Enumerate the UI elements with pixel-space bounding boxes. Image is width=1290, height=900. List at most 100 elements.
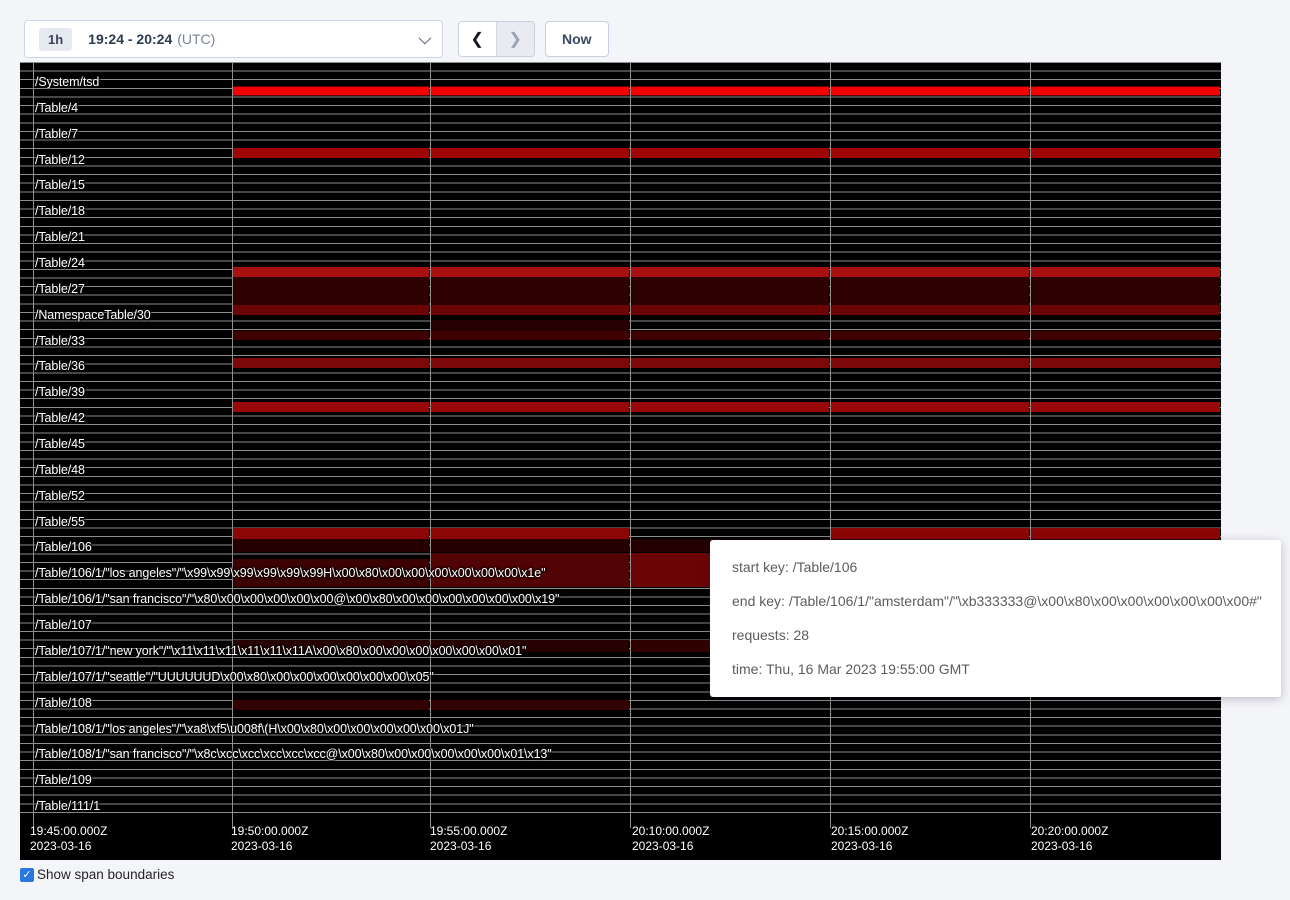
x-axis-label: 20:15:00.000Z2023-03-16 [831, 824, 908, 854]
heat-band [1031, 267, 1220, 277]
span-label: /Table/106/1/"los angeles"/"\x99\x99\x99… [35, 567, 545, 580]
show-span-boundaries-checkbox[interactable]: ✓ [20, 868, 34, 882]
key-visualizer-heatmap[interactable]: /System/tsd/Table/4/Table/7/Table/12/Tab… [20, 62, 1221, 860]
heat-band [1031, 528, 1220, 539]
heat-band [631, 553, 720, 587]
span-label: /NamespaceTable/30 [35, 309, 151, 322]
span-tooltip: start key: /Table/106 end key: /Table/10… [710, 540, 1281, 697]
show-span-boundaries-label: Show span boundaries [37, 867, 174, 882]
heat-band [431, 700, 629, 710]
x-axis-date: 2023-03-16 [231, 839, 308, 854]
heat-band [831, 86, 1029, 96]
chevron-right-icon: ❯ [509, 29, 522, 49]
x-axis-date: 2023-03-16 [632, 839, 709, 854]
x-axis-time: 20:20:00.000Z [1031, 824, 1108, 839]
tooltip-time: time: Thu, 16 Mar 2023 19:55:00 GMT [732, 662, 1259, 676]
time-column-line [33, 62, 34, 828]
heat-band [233, 700, 429, 710]
heat-band [233, 305, 429, 315]
heat-band [233, 331, 429, 340]
heat-band [831, 148, 1029, 158]
heat-band [631, 640, 720, 652]
time-column-line [232, 62, 233, 828]
span-label: /Table/39 [35, 386, 85, 399]
heat-band [831, 277, 1029, 305]
heat-band [1031, 86, 1220, 96]
footer: ✓ Show span boundaries [20, 867, 174, 882]
heat-band [431, 358, 629, 368]
x-axis-date: 2023-03-16 [1031, 839, 1108, 854]
span-label: /Table/21 [35, 231, 85, 244]
time-column-line [830, 62, 831, 828]
heat-band [631, 148, 829, 158]
span-label: /Table/24 [35, 257, 85, 270]
x-axis-label: 19:45:00.000Z2023-03-16 [30, 824, 107, 854]
heat-band [831, 528, 1029, 539]
time-column-line [430, 62, 431, 828]
prev-time-button[interactable]: ❮ [459, 22, 497, 56]
x-axis-label: 20:20:00.000Z2023-03-16 [1031, 824, 1108, 854]
heat-band [631, 358, 829, 368]
heat-band [233, 539, 429, 552]
span-label: /Table/106 [35, 541, 92, 554]
heat-band [831, 267, 1029, 277]
now-button[interactable]: Now [545, 21, 609, 57]
x-axis-time: 20:10:00.000Z [632, 824, 709, 839]
heat-band [631, 402, 829, 412]
time-range-text: 19:24 - 20:24 [88, 31, 172, 47]
span-label: /Table/12 [35, 154, 85, 167]
heat-band [431, 148, 629, 158]
duration-badge: 1h [39, 28, 72, 51]
heat-band [1031, 402, 1220, 412]
span-label: /Table/18 [35, 205, 85, 218]
x-axis-date: 2023-03-16 [430, 839, 507, 854]
time-column-line [630, 62, 631, 828]
span-label: /Table/4 [35, 102, 78, 115]
heat-band [233, 277, 429, 305]
heat-band [233, 148, 429, 158]
span-label: /Table/36 [35, 360, 85, 373]
tooltip-end-key: end key: /Table/106/1/"amsterdam"/"\xb33… [732, 594, 1259, 608]
next-time-button[interactable]: ❯ [497, 22, 535, 56]
span-label: /Table/15 [35, 179, 85, 192]
heat-band [233, 358, 429, 368]
span-label: /Table/108 [35, 697, 92, 710]
time-range-select[interactable]: 1h 19:24 - 20:24 (UTC) [24, 20, 443, 58]
heat-band [831, 331, 1029, 340]
heat-band [1031, 358, 1220, 368]
span-label: /System/tsd [35, 76, 99, 89]
span-label: /Table/7 [35, 128, 78, 141]
heat-band [233, 86, 429, 96]
heat-band [631, 86, 829, 96]
x-axis-label: 19:55:00.000Z2023-03-16 [430, 824, 507, 854]
x-axis-label: 19:50:00.000Z2023-03-16 [231, 824, 308, 854]
heat-band [831, 402, 1029, 412]
x-axis-date: 2023-03-16 [831, 839, 908, 854]
span-label: /Table/55 [35, 516, 85, 529]
heat-band [431, 305, 629, 315]
heat-band [631, 331, 829, 340]
heat-band [233, 402, 429, 412]
heat-band [831, 305, 1029, 315]
x-axis-label: 20:10:00.000Z2023-03-16 [632, 824, 709, 854]
heat-band [1031, 305, 1220, 315]
heat-band [631, 267, 829, 277]
span-label: /Table/107/1/"seattle"/"UUUUUUD\x00\x80\… [35, 671, 434, 684]
span-label: /Table/33 [35, 335, 85, 348]
heat-band [431, 402, 629, 412]
span-label: /Table/48 [35, 464, 85, 477]
x-axis-time: 20:15:00.000Z [831, 824, 908, 839]
span-label: /Table/109 [35, 774, 92, 787]
span-label: /Table/52 [35, 490, 85, 503]
span-label: /Table/45 [35, 438, 85, 451]
x-axis-date: 2023-03-16 [30, 839, 107, 854]
heat-band [431, 539, 629, 552]
toolbar: 1h 19:24 - 20:24 (UTC) ❮ ❯ Now [0, 0, 1290, 62]
heat-band [431, 277, 629, 305]
span-label: /Table/108/1/"los angeles"/"\xa8\xf5\u00… [35, 723, 474, 736]
span-label: /Table/27 [35, 283, 85, 296]
x-axis-time: 19:50:00.000Z [231, 824, 308, 839]
heat-band [1031, 148, 1220, 158]
heat-band [831, 358, 1029, 368]
heat-band [1031, 277, 1220, 305]
